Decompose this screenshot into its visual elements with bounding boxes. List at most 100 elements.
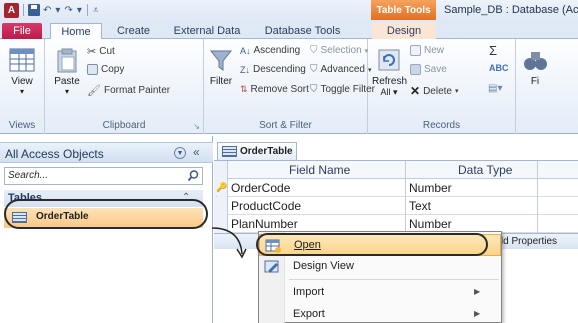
records-group: Refresh All ▾ New Save ✕ Delete ▾ Σ ABC …: [368, 39, 516, 134]
filter-label: Filter: [209, 76, 233, 87]
find-group: Fi: [516, 39, 578, 134]
view-label: View: [11, 76, 33, 87]
more-records-icon[interactable]: ▤▾: [488, 83, 502, 94]
cut-button[interactable]: ✂ Cut: [87, 45, 115, 58]
selection-label: Selection: [320, 45, 362, 56]
menu-item-import[interactable]: Import ▶: [259, 282, 501, 304]
undo-icon[interactable]: ↶: [42, 5, 52, 16]
spelling-icon[interactable]: ABC: [489, 63, 509, 73]
nav-menu-dropdown-icon[interactable]: ▼: [174, 147, 186, 159]
tab-external-data[interactable]: External Data: [162, 23, 252, 39]
column-divider: [537, 161, 538, 233]
sort-filter-group: Filter A↓ Ascending Z↓ Descending ⇅ Remo…: [204, 39, 375, 134]
qat-separator: [23, 4, 24, 16]
new-record-icon: [410, 45, 421, 56]
view-button[interactable]: View ▾: [4, 47, 40, 96]
scissors-icon: ✂: [87, 46, 97, 58]
menu-item-export[interactable]: Export ▶: [259, 304, 501, 323]
advanced-label: Advanced: [320, 64, 365, 75]
save-record-button[interactable]: Save: [410, 64, 447, 75]
tab-file[interactable]: File: [2, 23, 42, 39]
table-row[interactable]: 🔑▸ OrderCode Number: [214, 179, 578, 203]
view-dropdown-icon[interactable]: ▾: [4, 87, 40, 96]
menu-item-label: Design View: [293, 260, 354, 272]
column-header-field-name: Field Name: [289, 163, 351, 177]
toggle-filter-button[interactable]: ⛉ Toggle Filter: [310, 84, 375, 95]
sort-filter-group-label: Sort & Filter: [259, 120, 312, 131]
remove-sort-label: Remove Sort: [250, 84, 309, 95]
data-type-cell[interactable]: Number: [409, 181, 452, 195]
totals-sigma-icon[interactable]: Σ: [489, 43, 497, 58]
filter-button[interactable]: Filter: [206, 47, 236, 87]
find-label: Fi: [530, 76, 540, 87]
customize-qat-icon[interactable]: ⩡: [92, 5, 100, 16]
save-icon[interactable]: [28, 4, 40, 16]
sort-ascending-icon: A↓: [240, 45, 251, 56]
shutter-bar-collapse-icon[interactable]: «: [193, 145, 200, 159]
callout-oval-ordertable: [4, 199, 208, 229]
drag-arrow-icon: [211, 227, 247, 259]
delete-x-icon: ✕: [410, 84, 421, 98]
field-name-cell[interactable]: ProductCode: [231, 199, 301, 213]
delete-dropdown-icon: ▾: [454, 88, 459, 95]
remove-sort-button[interactable]: ⇅ Remove Sort: [240, 84, 309, 95]
nav-pane-header[interactable]: All Access Objects ▼ «: [0, 142, 213, 163]
selection-filter-icon: ⛉: [310, 45, 318, 56]
descending-button[interactable]: Z↓ Descending: [240, 64, 306, 75]
tab-design[interactable]: Design: [372, 23, 436, 39]
format-painter-label: Format Painter: [103, 85, 171, 96]
copy-button[interactable]: Copy: [87, 64, 124, 75]
redo-icon[interactable]: ↷: [63, 5, 73, 16]
tab-create[interactable]: Create: [106, 23, 161, 39]
paste-dropdown-icon[interactable]: ▾: [49, 87, 85, 96]
advanced-button[interactable]: ⛉ Advanced ▾: [310, 64, 372, 75]
refresh-icon: [378, 49, 400, 71]
copy-label: Copy: [101, 64, 125, 75]
binoculars-icon: [524, 52, 547, 70]
refresh-sub-label: All ▾: [380, 87, 398, 97]
refresh-all-button[interactable]: Refresh All ▾: [372, 47, 408, 98]
window-title: Sample_DB : Database (Acc: [444, 4, 578, 16]
new-record-button[interactable]: New: [410, 45, 444, 56]
grid-header-row: Field Name Data Type: [214, 161, 578, 179]
grid-corner-selector[interactable]: [214, 161, 228, 179]
data-type-cell[interactable]: Number: [409, 217, 452, 231]
ascending-button[interactable]: A↓ Ascending: [240, 45, 300, 56]
column-divider: [405, 161, 406, 233]
document-tab-ordertable[interactable]: OrderTable: [217, 142, 297, 160]
undo-dropdown-icon[interactable]: ▾: [54, 5, 61, 16]
field-name-cell[interactable]: OrderCode: [231, 181, 290, 195]
table-row[interactable]: ProductCode Text: [214, 197, 578, 215]
ascending-label: Ascending: [253, 45, 301, 56]
search-icon[interactable]: [188, 170, 199, 181]
callout-oval-open: [256, 233, 488, 256]
qat-separator: [86, 4, 88, 16]
refresh-label: Refresh: [372, 76, 408, 87]
nav-search-input[interactable]: Search...: [4, 167, 203, 185]
views-group-label: Views: [8, 120, 36, 131]
menu-item-label: Import: [293, 286, 325, 298]
datasheet-view-icon: [9, 48, 35, 72]
delete-record-button[interactable]: ✕ Delete ▾: [410, 84, 458, 98]
tab-database-tools[interactable]: Database Tools: [256, 23, 349, 39]
data-type-cell[interactable]: Text: [409, 199, 431, 213]
paste-button[interactable]: Paste ▾: [49, 47, 85, 96]
selection-button[interactable]: ⛉ Selection ▾: [310, 45, 368, 56]
row-selector[interactable]: 🔑▸: [214, 179, 228, 203]
tab-home[interactable]: Home: [50, 23, 102, 40]
submenu-arrow-icon: ▶: [474, 287, 481, 296]
row-selector[interactable]: [214, 197, 228, 215]
format-painter-button[interactable]: 🖌 Format Painter: [87, 84, 170, 97]
save-record-icon: [410, 64, 421, 75]
remove-sort-icon: ⇅: [240, 84, 248, 94]
access-app-icon[interactable]: A: [4, 2, 19, 18]
menu-item-design-view[interactable]: Design View: [259, 256, 501, 278]
clipboard-dialog-launcher-icon[interactable]: ↘: [193, 122, 200, 131]
title-bar: A ↶ ▾ ↷ ▾ ⩡ Table Tools Sample_DB : Data…: [0, 0, 578, 20]
clipboard-group: Paste ▾ ✂ Cut Copy 🖌 Format Painter Clip…: [45, 39, 204, 134]
find-button[interactable]: Fi: [520, 47, 550, 87]
redo-dropdown-icon[interactable]: ▾: [76, 5, 83, 16]
new-label: New: [424, 45, 445, 56]
delete-label: Delete: [423, 85, 452, 97]
save-label: Save: [424, 64, 447, 75]
